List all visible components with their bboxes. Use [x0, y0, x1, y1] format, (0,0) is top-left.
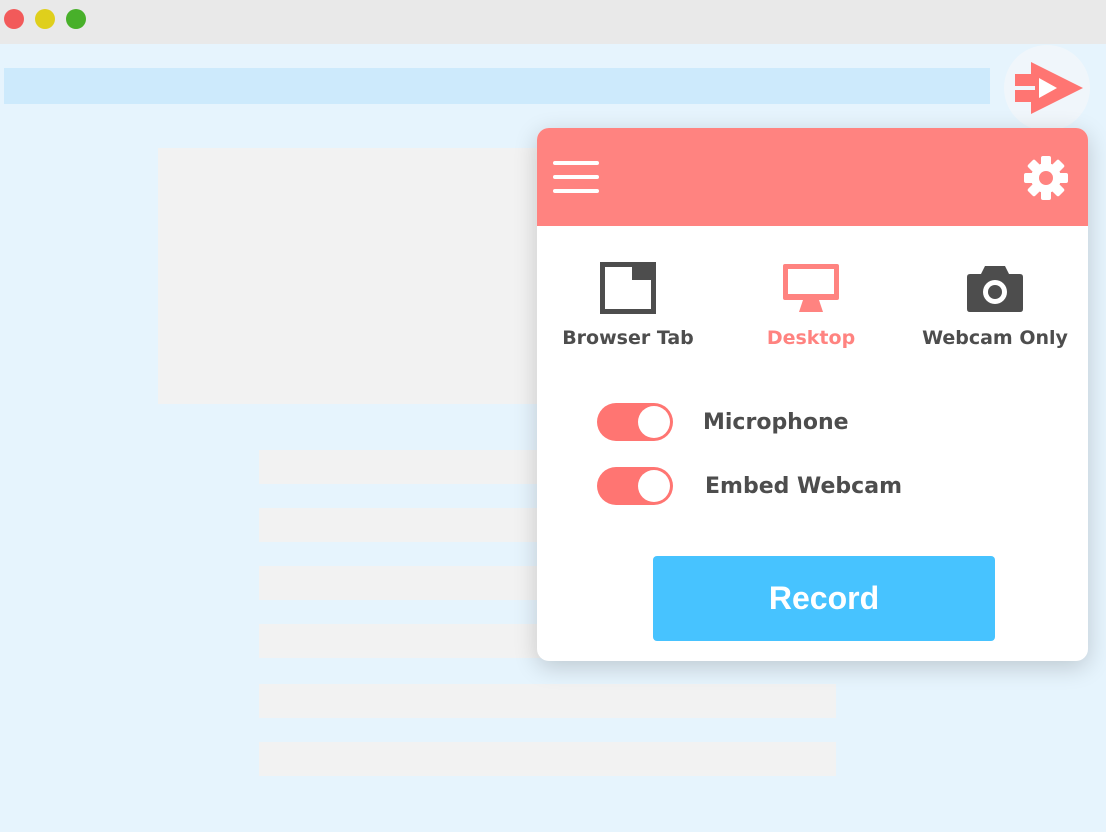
gear-icon[interactable]	[1023, 155, 1069, 201]
minimize-icon[interactable]	[35, 9, 55, 29]
content-line-placeholder	[259, 508, 559, 542]
mode-label: Browser Tab	[562, 327, 694, 349]
embed-webcam-toggle-row: Embed Webcam	[597, 467, 902, 505]
record-button[interactable]: Record	[653, 556, 995, 641]
hamburger-menu-icon[interactable]	[553, 161, 599, 193]
popup-header	[537, 128, 1088, 226]
content-image-placeholder	[158, 148, 558, 404]
content-line-placeholder	[259, 684, 836, 718]
window-titlebar	[0, 0, 1106, 44]
browser-tab-icon	[600, 262, 656, 314]
close-icon[interactable]	[4, 9, 24, 29]
embed-webcam-toggle[interactable]	[597, 467, 673, 505]
mode-label: Webcam Only	[922, 327, 1068, 349]
desktop-monitor-icon	[783, 264, 839, 312]
maximize-icon[interactable]	[66, 9, 86, 29]
content-line-placeholder	[259, 742, 836, 776]
content-line-placeholder	[259, 624, 559, 658]
content-line-placeholder	[259, 566, 559, 600]
mode-desktop[interactable]: Desktop	[731, 262, 891, 362]
video-camera-play-icon	[1013, 62, 1083, 114]
microphone-label: Microphone	[703, 409, 849, 435]
extension-button[interactable]	[1004, 45, 1090, 131]
address-bar[interactable]	[4, 68, 990, 104]
mode-browser-tab[interactable]: Browser Tab	[548, 262, 708, 362]
content-line-placeholder	[259, 450, 559, 484]
embed-webcam-label: Embed Webcam	[705, 473, 902, 499]
camera-icon	[967, 266, 1023, 312]
recorder-popup: Browser Tab Desktop Webcam Only Micropho…	[537, 128, 1088, 661]
mode-webcam-only[interactable]: Webcam Only	[915, 262, 1075, 362]
microphone-toggle[interactable]	[597, 403, 673, 441]
mode-label: Desktop	[766, 327, 856, 349]
microphone-toggle-row: Microphone	[597, 403, 849, 441]
